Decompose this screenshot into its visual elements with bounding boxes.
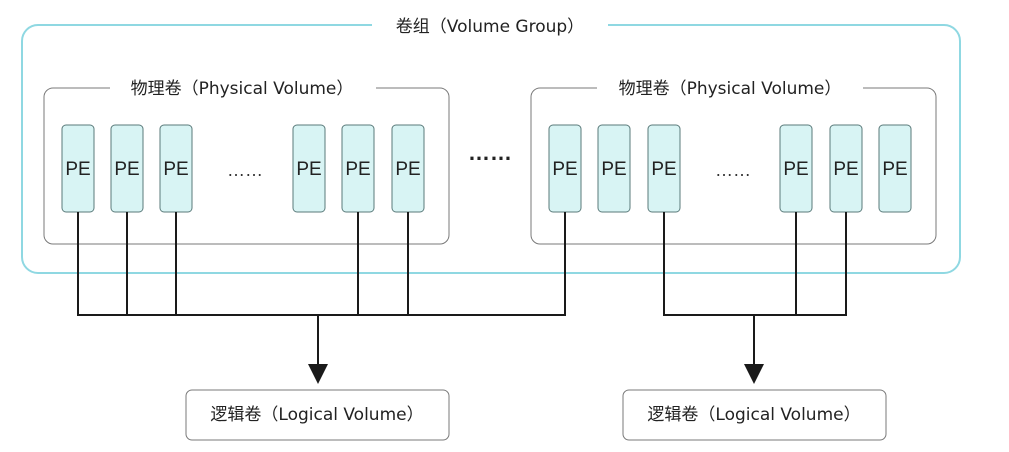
physical-volume-1-label: 物理卷（Physical Volume） (131, 79, 354, 99)
pe-label: PE (601, 159, 626, 180)
pe-label: PE (345, 159, 370, 180)
volume-group-label: 卷组（Volume Group） (396, 17, 584, 37)
logical-volume-1-label: 逻辑卷（Logical Volume） (210, 405, 423, 425)
logical-volume-2-label: 逻辑卷（Logical Volume） (647, 405, 860, 425)
pe-label: PE (552, 159, 577, 180)
lvm-diagram-canvas: 卷组（Volume Group） 物理卷（Physical Volume） 物理… (21, 12, 961, 441)
pe-label: PE (783, 159, 808, 180)
pe-ellipsis: …… (227, 160, 263, 180)
pe-label: PE (833, 159, 858, 180)
pe-label: PE (395, 159, 420, 180)
pe-label: PE (65, 159, 90, 180)
pe-label: PE (651, 159, 676, 180)
pe-label: PE (114, 159, 139, 180)
lvm-diagram: 卷组（Volume Group） 物理卷（Physical Volume） 物理… (0, 0, 1009, 452)
between-volumes-ellipsis: …… (468, 140, 512, 165)
pe-label: PE (163, 159, 188, 180)
pe-label: PE (296, 159, 321, 180)
physical-volume-2-label: 物理卷（Physical Volume） (619, 79, 842, 99)
pe-ellipsis: …… (715, 160, 751, 180)
pe-label: PE (882, 159, 907, 180)
